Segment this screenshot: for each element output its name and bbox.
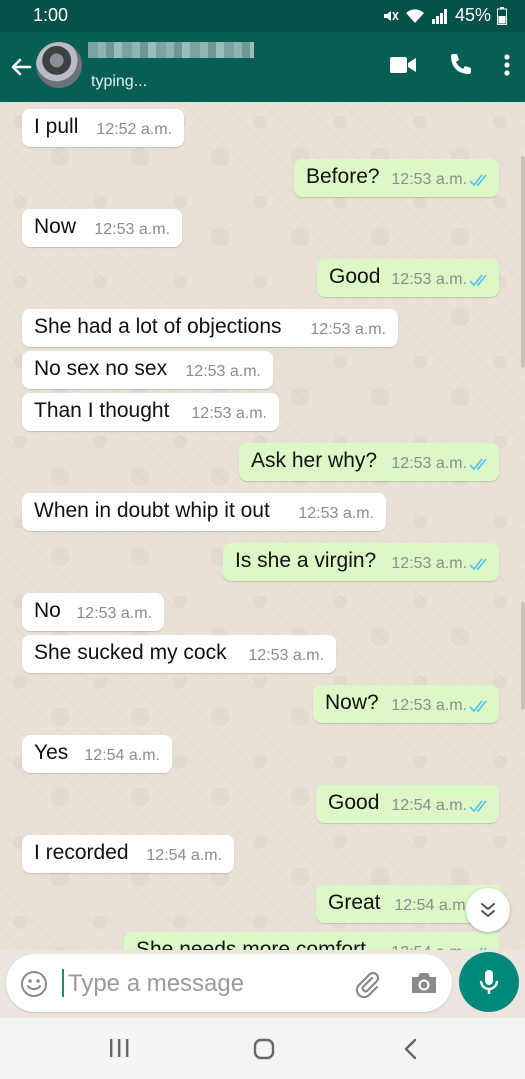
chat-area[interactable]: I pull 12:52 a.m. Before? 12:53 a.m. Now 12:5…: [0, 102, 525, 950]
message-time: 12:54 a.m.: [394, 897, 470, 914]
attach-icon[interactable]: [352, 969, 382, 999]
incoming-message[interactable]: She sucked my cock 12:53 a.m.: [22, 635, 336, 673]
outgoing-message[interactable]: Ask her why? 12:53 a.m.: [239, 443, 499, 481]
message-time: 12:53 a.m.: [298, 505, 374, 522]
wifi-icon: [405, 8, 424, 23]
home-icon[interactable]: [253, 1038, 275, 1060]
message-text: When in doubt whip it out: [34, 499, 270, 522]
message-text: She needs more comfort: [136, 938, 366, 950]
incoming-message[interactable]: No sex no sex 12:53 a.m.: [22, 351, 273, 389]
read-receipt-icon: [469, 800, 487, 813]
message-text: Ask her why?: [251, 449, 378, 472]
mic-icon: [479, 970, 499, 994]
message-time: 12:53 a.m.: [191, 405, 267, 422]
message-text: Good: [329, 265, 381, 288]
message-text: Is she a virgin?: [235, 549, 377, 572]
status-bar: 1:00 45%: [0, 0, 525, 32]
message-text: No sex no sex: [34, 357, 168, 380]
message-time: 12:54 a.m.: [391, 944, 467, 950]
read-receipt-icon: [469, 174, 487, 187]
voice-message-button[interactable]: [459, 952, 519, 1012]
message-text: Great: [328, 891, 381, 914]
incoming-message[interactable]: Yes 12:54 a.m.: [22, 735, 172, 773]
chat-header: typing...: [0, 32, 525, 102]
message-text: I pull: [34, 115, 79, 138]
outgoing-message[interactable]: Is she a virgin? 12:53 a.m.: [223, 543, 499, 581]
read-receipt-icon: [479, 947, 487, 950]
scroll-to-bottom-button[interactable]: [466, 888, 510, 932]
incoming-message[interactable]: No 12:53 a.m.: [22, 593, 164, 631]
message-time: 12:53 a.m.: [248, 647, 324, 664]
message-text: Now?: [325, 691, 379, 714]
mute-icon: [383, 10, 399, 21]
text-caret: [62, 969, 64, 997]
back-nav-icon[interactable]: [402, 1038, 418, 1060]
battery-percent: 45%: [454, 5, 491, 25]
message-text: She had a lot of objections: [34, 315, 282, 338]
message-time: 12:53 a.m.: [391, 455, 467, 472]
message-input[interactable]: [66, 963, 340, 1005]
emoji-icon[interactable]: [20, 970, 48, 998]
read-receipt-icon: [469, 558, 487, 571]
outgoing-message[interactable]: Good 12:54 a.m.: [316, 785, 499, 823]
message-text: No: [34, 599, 61, 622]
message-time: 12:53 a.m.: [391, 697, 467, 714]
camera-icon[interactable]: [409, 970, 439, 996]
system-nav-bar: [0, 1018, 525, 1079]
battery-icon: [497, 6, 507, 25]
incoming-message[interactable]: I recorded 12:54 a.m.: [22, 835, 234, 873]
message-time: 12:52 a.m.: [96, 121, 172, 138]
incoming-message[interactable]: I pull 12:52 a.m.: [22, 109, 184, 147]
video-call-icon[interactable]: [389, 55, 417, 75]
message-time: 12:53 a.m.: [391, 271, 467, 288]
read-receipt-icon: [469, 274, 487, 287]
phone-icon[interactable]: [447, 52, 473, 78]
message-time: 12:53 a.m.: [391, 171, 467, 188]
recent-apps-icon[interactable]: [108, 1038, 130, 1058]
scroll-down-icon: [481, 903, 495, 917]
message-text: Before?: [306, 165, 380, 188]
contact-avatar[interactable]: [36, 42, 82, 88]
incoming-message[interactable]: Now 12:53 a.m.: [22, 209, 182, 247]
message-time: 12:54 a.m.: [84, 747, 160, 764]
outgoing-message[interactable]: Before? 12:53 a.m.: [294, 159, 499, 197]
message-text: Yes: [34, 741, 69, 764]
incoming-message[interactable]: She had a lot of objections 12:53 a.m.: [22, 309, 398, 347]
outgoing-message[interactable]: Good 12:53 a.m.: [317, 259, 499, 297]
message-composer: [6, 954, 452, 1012]
message-text: She sucked my cock: [34, 641, 227, 664]
message-time: 12:53 a.m.: [310, 321, 386, 338]
message-time: 12:54 a.m.: [146, 847, 222, 864]
read-receipt-icon: [469, 700, 487, 713]
message-text: Good: [328, 791, 380, 814]
read-receipt-icon: [469, 458, 487, 471]
outgoing-message[interactable]: Now? 12:53 a.m.: [313, 685, 499, 723]
incoming-message[interactable]: Than I thought 12:53 a.m.: [22, 393, 279, 431]
message-time: 12:53 a.m.: [94, 221, 170, 238]
message-text: Than I thought: [34, 399, 170, 422]
message-time: 12:54 a.m.: [391, 797, 467, 814]
back-arrow-icon[interactable]: [8, 54, 34, 80]
message-text: Now: [34, 215, 77, 238]
menu-icon[interactable]: [503, 53, 511, 77]
scroll-track[interactable]: [521, 156, 525, 368]
message-text: I recorded: [34, 841, 129, 864]
typing-status: typing...: [91, 73, 148, 90]
message-time: 12:53 a.m.: [391, 555, 467, 572]
signal-icon: [431, 8, 447, 24]
contact-name-redacted[interactable]: [88, 42, 254, 58]
message-time: 12:53 a.m.: [185, 363, 261, 380]
outgoing-message[interactable]: She needs more comfort 12:54 a.m.: [124, 932, 499, 950]
message-time: 12:53 a.m.: [76, 605, 152, 622]
incoming-message[interactable]: When in doubt whip it out 12:53 a.m.: [22, 493, 386, 531]
scrollbar-thumb[interactable]: [521, 602, 525, 710]
status-time: 1:00: [33, 5, 69, 25]
